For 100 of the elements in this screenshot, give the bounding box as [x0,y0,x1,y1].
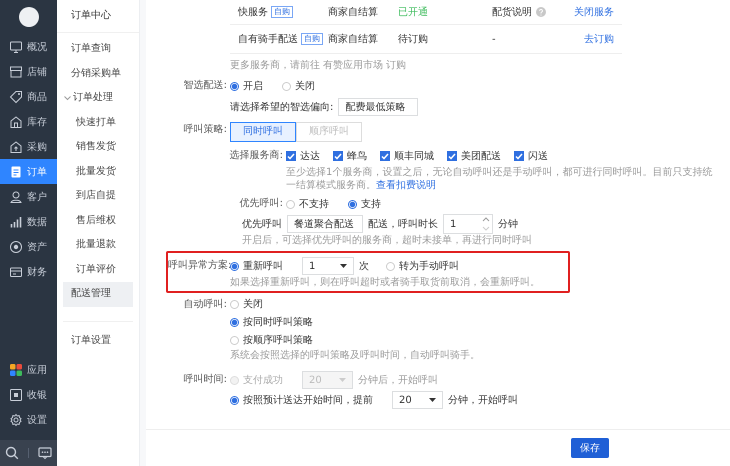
radio-option[interactable]: 开启 [230,79,263,93]
submenu-title: 订单中心 [57,0,139,33]
checkmark-icon [448,152,456,160]
submenu-item[interactable]: 到店自提 [63,184,133,208]
submenu-item[interactable]: 快速打单 [63,110,133,135]
nav-item[interactable]: 财务 [0,259,57,284]
nav-item[interactable]: 店铺 [0,59,57,84]
submenu-item[interactable]: 订单评价 [63,258,133,282]
search-icon[interactable] [4,446,19,460]
service-tag: 自购 [301,33,323,45]
document-icon [9,164,23,178]
field-label: 优先呼叫: [238,196,284,211]
nav-item[interactable]: 收银 [0,382,57,407]
nav-item[interactable]: 采购 [0,134,57,159]
upload-icon [9,140,23,154]
number-input[interactable]: 1 [443,214,493,234]
storefront-icon [9,64,23,78]
field-text: 分钟，开始呼叫 [448,394,518,407]
field-label: 呼叫时间: [182,372,228,387]
service-name: 快服务 [238,6,268,19]
submenu-item[interactable]: 售后维权 [63,208,133,233]
status-text: 已开通 [398,6,429,19]
nav-item[interactable]: 应用 [0,357,57,382]
dropdown[interactable]: 1 [302,257,354,275]
checkbox-option[interactable]: 达达 [286,149,320,163]
dropdown[interactable]: 20 [392,391,443,409]
checkbox-option[interactable]: 顺丰同城 [380,149,434,163]
nav-item[interactable]: 概况 [0,34,57,59]
submenu-item[interactable]: 订单设置 [63,328,133,353]
nav-item[interactable]: 数据 [0,209,57,234]
register-icon [9,388,23,402]
hint-text: 系统会按照选择的呼叫策略及呼叫时间，自动呼叫骑手。 [230,349,481,362]
checkbox-option[interactable]: 闪送 [514,149,548,163]
nav-item[interactable]: 订单 [0,159,57,184]
checkmark-icon [287,152,295,160]
service-tag: 自购 [271,6,293,18]
strategy-tab[interactable]: 同时呼叫 [230,122,296,142]
service-action-link[interactable]: 去订购 [572,32,622,46]
nav-item[interactable]: 客户 [0,184,57,209]
field-text: 分钟 [498,218,518,231]
radio-option[interactable]: 关闭 [282,79,315,93]
field-label: 自动呼叫: [182,298,228,312]
dropdown[interactable]: 配费最低策略 [338,98,418,116]
radio-option[interactable]: 不支持 [286,197,329,211]
info-text: - [492,34,496,44]
submenu-item[interactable]: 销售发货 [63,135,133,160]
nav-item[interactable]: 商品 [0,84,57,109]
field-text: 配送，呼叫时长 [368,218,438,231]
checkmark-icon [334,152,342,160]
caret-icon [339,378,346,382]
bar-chart-icon [9,214,23,228]
logo-avatar [18,7,38,27]
settlement-text: 商家自结算 [328,32,379,46]
settlement-text: 商家自结算 [328,6,379,19]
field-text: 分钟后，开始呼叫 [358,374,438,387]
status-text: 待订购 [398,32,429,46]
caret-icon [340,264,347,268]
fee-info-link[interactable]: 查看扣费说明 [376,180,436,191]
submenu-item[interactable]: 订单处理 [63,86,133,110]
radio-option[interactable]: 关闭 [230,297,263,311]
chat-icon[interactable] [38,446,52,460]
person-icon [9,190,23,204]
house-icon [9,114,23,128]
field-text: 请选择希望的智选偏向: [230,100,334,114]
info-text: 配货说明 [492,6,532,19]
radio-option[interactable]: 重新呼叫 [230,259,283,273]
nav-item[interactable]: 库存 [0,109,57,134]
hint-text: 开启后，可选择优先呼叫的服务商，超时未接单，再进行同时呼叫 [242,234,533,247]
submenu-item[interactable]: 分销采购单 [63,62,133,86]
service-action-link[interactable]: 关闭服务 [572,5,622,19]
nav-item[interactable]: 设置 [0,407,57,432]
field-text: 优先呼叫 [242,218,282,231]
apps-icon [9,362,23,376]
monitor-icon [9,40,23,54]
radio-option[interactable]: 按顺序呼叫策略 [230,333,313,347]
settings-icon [9,412,23,426]
checkmark-icon [381,152,389,160]
submenu-item[interactable]: 批量退款 [63,233,133,258]
checkbox-option[interactable]: 美团配送 [447,149,501,163]
nav-item[interactable]: 资产 [0,234,57,259]
note-text: 更多服务商，请前往 [230,59,320,72]
submenu-item[interactable]: 订单查询 [63,37,133,62]
radio-option[interactable]: 按同时呼叫策略 [230,315,313,329]
radio-option[interactable]: 支持 [348,197,381,211]
checkbox-option[interactable]: 蜂鸟 [333,149,367,163]
save-button[interactable]: 保存 [571,438,609,458]
radio-option[interactable]: 转为手动呼叫 [386,259,459,273]
field-label: 智选配送: [182,78,228,93]
checkmark-icon [515,152,523,160]
submenu-item[interactable]: 配送管理 [63,282,133,306]
dropdown[interactable]: 餐道聚合配送 [287,215,363,233]
note-text: 订购 [386,59,406,72]
field-text: 次 [359,260,369,273]
field-label: 选择服务商: [228,148,284,163]
caret-icon [429,398,436,402]
chevron-icon [64,96,71,101]
coin-icon [9,240,23,254]
field-label: 呼叫策略: [182,122,228,137]
radio-option[interactable]: 按照预计送达开始时间，提前 [230,393,373,407]
submenu-item[interactable]: 批量发货 [63,160,133,184]
